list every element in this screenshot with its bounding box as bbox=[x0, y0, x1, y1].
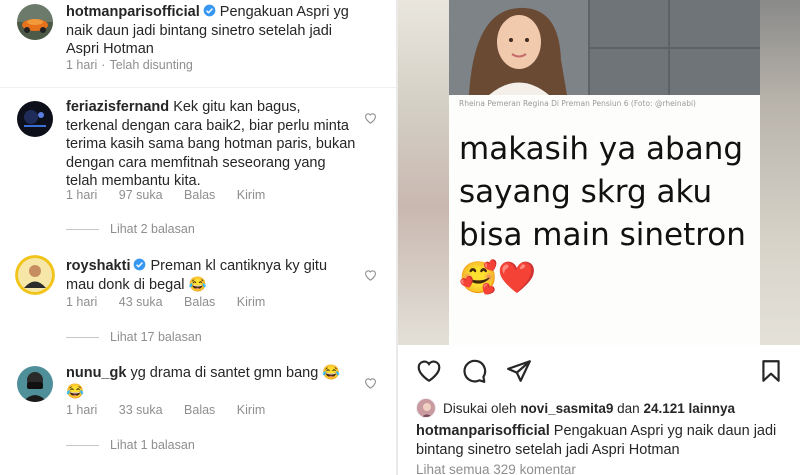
post-image[interactable]: Rheina Pemeran Regina Di Preman Pensiun … bbox=[398, 0, 800, 345]
liked-user[interactable]: novi_sasmita9 bbox=[520, 401, 613, 416]
chat-screenshot-card: Rheina Pemeran Regina Di Preman Pensiun … bbox=[449, 0, 760, 345]
comment-text-block: royshakti Preman kl cantiknya ky gitu ma… bbox=[66, 257, 356, 294]
comment-likes[interactable]: 97 suka bbox=[119, 188, 163, 202]
view-replies-button[interactable]: Lihat 17 balasan bbox=[66, 330, 202, 344]
verified-badge-icon bbox=[134, 258, 146, 271]
comment-text-block: nunu_gk yg drama di santet gmn bang 😂 😂 bbox=[66, 364, 356, 401]
comment-username[interactable]: feriazisfernand bbox=[66, 99, 169, 115]
meta-separator: · bbox=[101, 58, 106, 72]
heart-icon[interactable] bbox=[364, 377, 377, 389]
comment-likes[interactable]: 33 suka bbox=[119, 403, 163, 417]
bookmark-icon[interactable] bbox=[758, 358, 784, 384]
share-icon[interactable] bbox=[506, 358, 532, 384]
avatar[interactable] bbox=[17, 366, 53, 402]
comment-time: 1 hari bbox=[66, 403, 98, 417]
comment-text-block: hotmanparisofficial Pengakuan Aspri yg n… bbox=[66, 3, 356, 59]
comment-username[interactable]: royshakti bbox=[66, 258, 130, 274]
post-caption: hotmanparisofficial Pengakuan Aspri yg n… bbox=[416, 422, 786, 460]
chat-message-text: makasih ya abang sayang skrg aku bisa ma… bbox=[459, 131, 746, 296]
avatar[interactable] bbox=[17, 4, 53, 40]
replies-line bbox=[66, 336, 99, 338]
caption-username[interactable]: hotmanparisofficial bbox=[416, 423, 550, 439]
view-all-comments-link[interactable]: Lihat semua 329 komentar bbox=[416, 462, 576, 475]
send-button[interactable]: Kirim bbox=[237, 188, 265, 202]
liked-prefix: Disukai oleh bbox=[443, 400, 517, 416]
reply-button[interactable]: Balas bbox=[184, 295, 215, 309]
heart-icon[interactable] bbox=[364, 112, 377, 124]
comment-text-block: feriazisfernand Kek gitu kan bagus, terk… bbox=[66, 98, 356, 191]
comment-time: 1 hari bbox=[66, 295, 98, 309]
comment-meta: 1 hari 97 suka Balas Kirim bbox=[66, 188, 283, 202]
background-blur-left bbox=[398, 0, 450, 345]
verified-badge-icon bbox=[203, 4, 216, 17]
view-replies-button[interactable]: Lihat 1 balasan bbox=[66, 438, 195, 452]
background-blur-right bbox=[760, 0, 800, 345]
replies-line bbox=[66, 444, 99, 446]
comment-time: 1 hari bbox=[66, 188, 98, 202]
view-replies-label: Lihat 2 balasan bbox=[110, 222, 195, 236]
comment-meta: 1 hari · Telah disunting bbox=[66, 58, 211, 72]
replies-line bbox=[66, 228, 99, 230]
reply-button[interactable]: Balas bbox=[184, 188, 215, 202]
liked-by-row[interactable]: Disukai oleh novi_sasmita9 dan 24.121 la… bbox=[416, 398, 735, 418]
woman-photo bbox=[449, 0, 760, 95]
avatar[interactable] bbox=[17, 101, 53, 137]
avatar[interactable] bbox=[15, 255, 55, 295]
comment-edited: Telah disunting bbox=[109, 58, 193, 72]
comments-panel: hotmanparisofficial Pengakuan Aspri yg n… bbox=[0, 0, 396, 475]
liked-count[interactable]: 24.121 lainnya bbox=[643, 401, 735, 416]
view-replies-label: Lihat 1 balasan bbox=[110, 438, 195, 452]
comment-username[interactable]: nunu_gk bbox=[66, 365, 126, 381]
post-actions-bar bbox=[398, 358, 800, 386]
comment-icon[interactable] bbox=[461, 358, 487, 384]
divider bbox=[0, 87, 396, 88]
liked-connector: dan bbox=[617, 400, 640, 416]
send-button[interactable]: Kirim bbox=[237, 295, 265, 309]
send-button[interactable]: Kirim bbox=[237, 403, 265, 417]
view-replies-button[interactable]: Lihat 2 balasan bbox=[66, 222, 195, 236]
comment-meta: 1 hari 33 suka Balas Kirim bbox=[66, 403, 283, 417]
card-photo-caption: Rheina Pemeran Regina Di Preman Pensiun … bbox=[459, 99, 696, 108]
post-panel: Rheina Pemeran Regina Di Preman Pensiun … bbox=[398, 0, 800, 475]
comment-meta: 1 hari 43 suka Balas Kirim bbox=[66, 295, 283, 309]
comment-username[interactable]: hotmanparisofficial bbox=[66, 4, 200, 20]
comment-time: 1 hari bbox=[66, 58, 98, 72]
heart-icon[interactable] bbox=[416, 358, 442, 384]
heart-icon[interactable] bbox=[364, 269, 377, 281]
comment-likes[interactable]: 43 suka bbox=[119, 295, 163, 309]
reply-button[interactable]: Balas bbox=[184, 403, 215, 417]
view-replies-label: Lihat 17 balasan bbox=[110, 330, 202, 344]
liker-avatar bbox=[416, 398, 436, 418]
